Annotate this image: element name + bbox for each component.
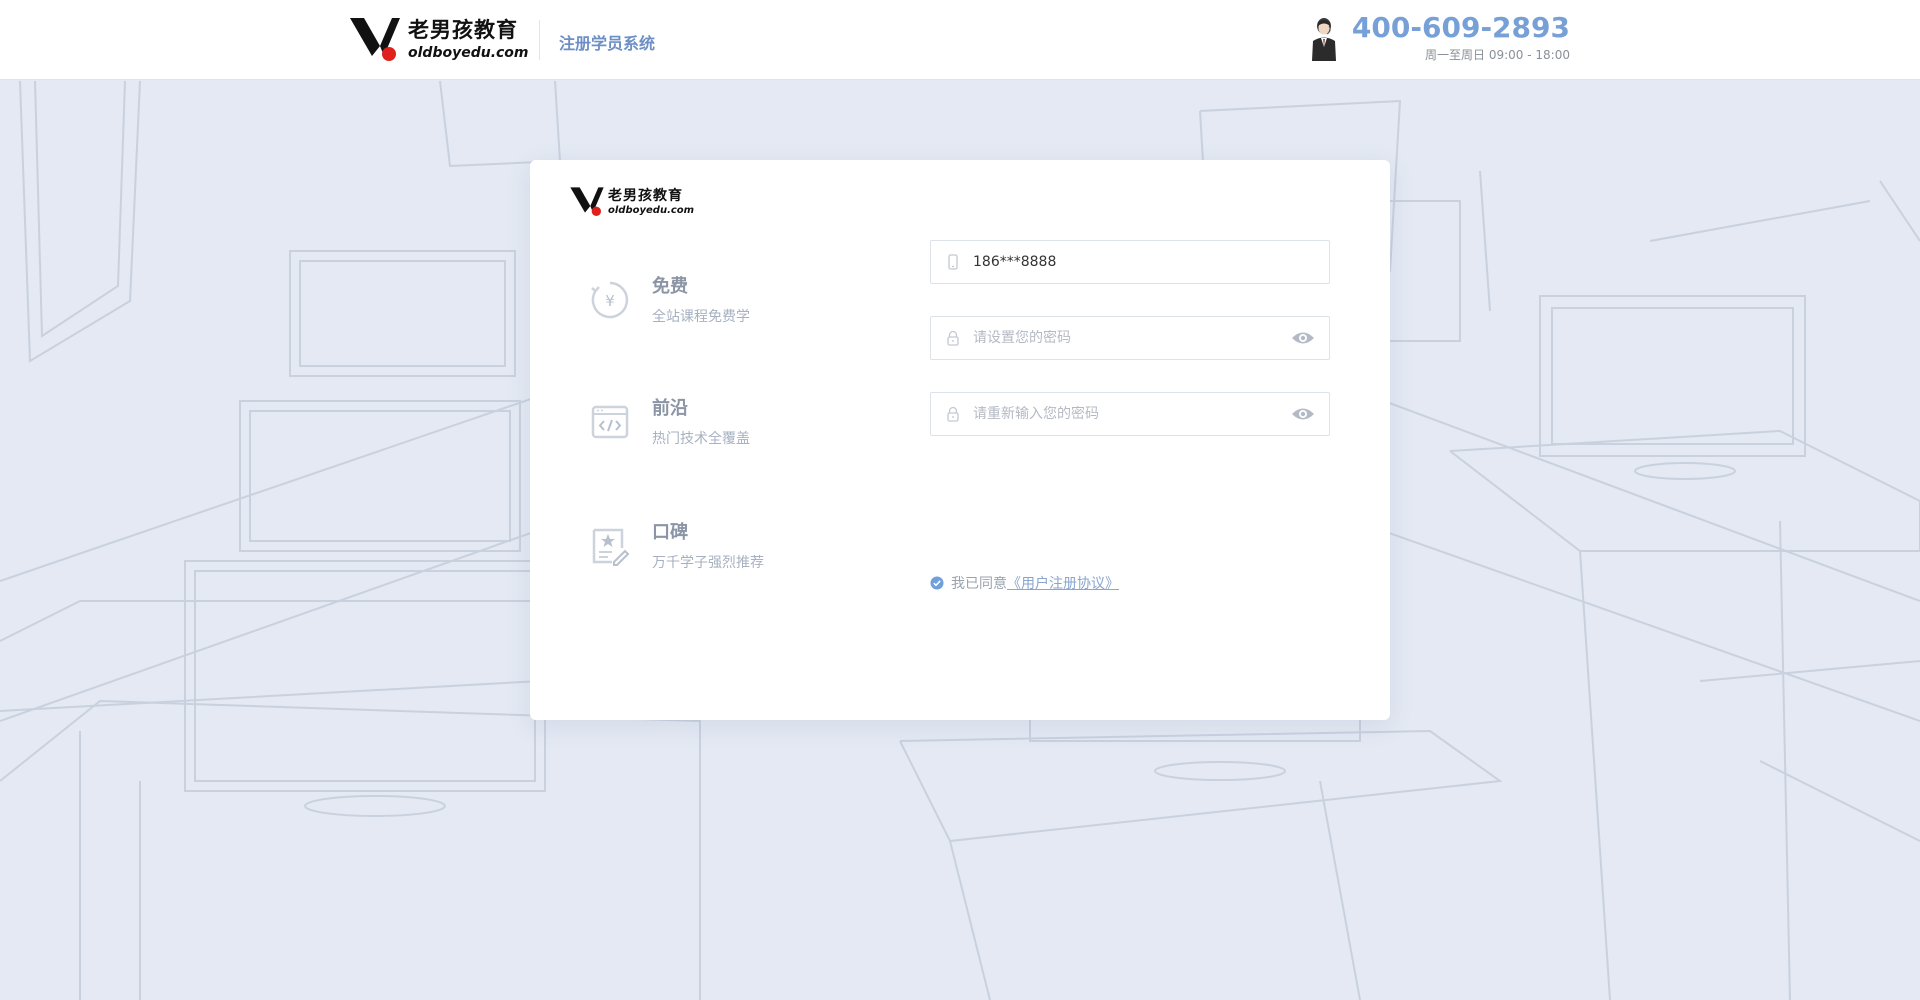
mobile-phone-icon <box>948 254 958 270</box>
system-title: 注册学员系统 <box>559 34 656 53</box>
feature-subtitle: 热门技术全覆盖 <box>652 431 750 447</box>
feature-title: 免费 <box>652 276 688 297</box>
feature-reputation: 口碑 万千学子强烈推荐 <box>590 524 764 572</box>
phone-input[interactable] <box>973 254 1329 270</box>
brand-name-cn: 老男孩教育 <box>408 18 518 42</box>
confirm-password-field[interactable] <box>930 392 1330 436</box>
agree-checkbox-icon[interactable] <box>930 576 944 590</box>
show-confirm-password-eye-icon[interactable] <box>1291 406 1315 422</box>
confirm-password-input[interactable] <box>973 406 1291 422</box>
card-brand-name-en: oldboyedu.com <box>608 204 695 216</box>
certificate-star-icon <box>592 528 630 566</box>
contact-info: 400-609-2893 周一至周日 09:00 - 18:00 <box>1310 14 1570 63</box>
header-divider <box>539 20 540 60</box>
card-brand-logo-icon <box>570 187 604 216</box>
brand-name-en: oldboyedu.com <box>408 45 529 61</box>
card-brand-name-cn: 老男孩教育 <box>608 187 683 204</box>
phone-field[interactable] <box>930 240 1330 284</box>
feature-title: 前沿 <box>652 398 688 419</box>
top-header: 老男孩教育 oldboyedu.com 注册学员系统 400-609-2893 … <box>0 0 1920 80</box>
feature-frontier: 前沿 热门技术全覆盖 <box>590 400 750 448</box>
feature-free: ¥ 免费 全站课程免费学 <box>590 278 750 326</box>
lock-icon <box>947 406 959 422</box>
yuan-coin-icon: ¥ <box>591 281 629 319</box>
user-agreement-link[interactable]: 《用户注册协议》 <box>1007 573 1119 593</box>
feature-title: 口碑 <box>652 522 688 543</box>
service-hours: 周一至周日 09:00 - 18:00 <box>1425 48 1570 62</box>
agree-label: 我已同意 <box>951 576 1007 592</box>
header-brand[interactable]: 老男孩教育 oldboyedu.com <box>350 16 529 64</box>
password-input[interactable] <box>973 330 1291 346</box>
card-brand: 老男孩教育 oldboyedu.com <box>570 186 694 218</box>
brand-logo-icon <box>350 18 400 61</box>
svg-text:¥: ¥ <box>605 292 615 310</box>
show-password-eye-icon[interactable] <box>1291 330 1315 346</box>
feature-subtitle: 全站课程免费学 <box>652 309 750 325</box>
feature-subtitle: 万千学子强烈推荐 <box>652 555 764 571</box>
agreement-row: 我已同意 《用户注册协议》 <box>930 573 1119 593</box>
hotline-number: 400-609-2893 <box>1351 11 1570 44</box>
password-field[interactable] <box>930 316 1330 360</box>
code-window-icon <box>591 405 629 439</box>
lock-icon <box>947 330 959 346</box>
customer-service-avatar-icon <box>1311 17 1336 61</box>
register-card: 老男孩教育 oldboyedu.com ¥ 免费 全站课程免费学 前沿 热门技术… <box>530 160 1390 720</box>
